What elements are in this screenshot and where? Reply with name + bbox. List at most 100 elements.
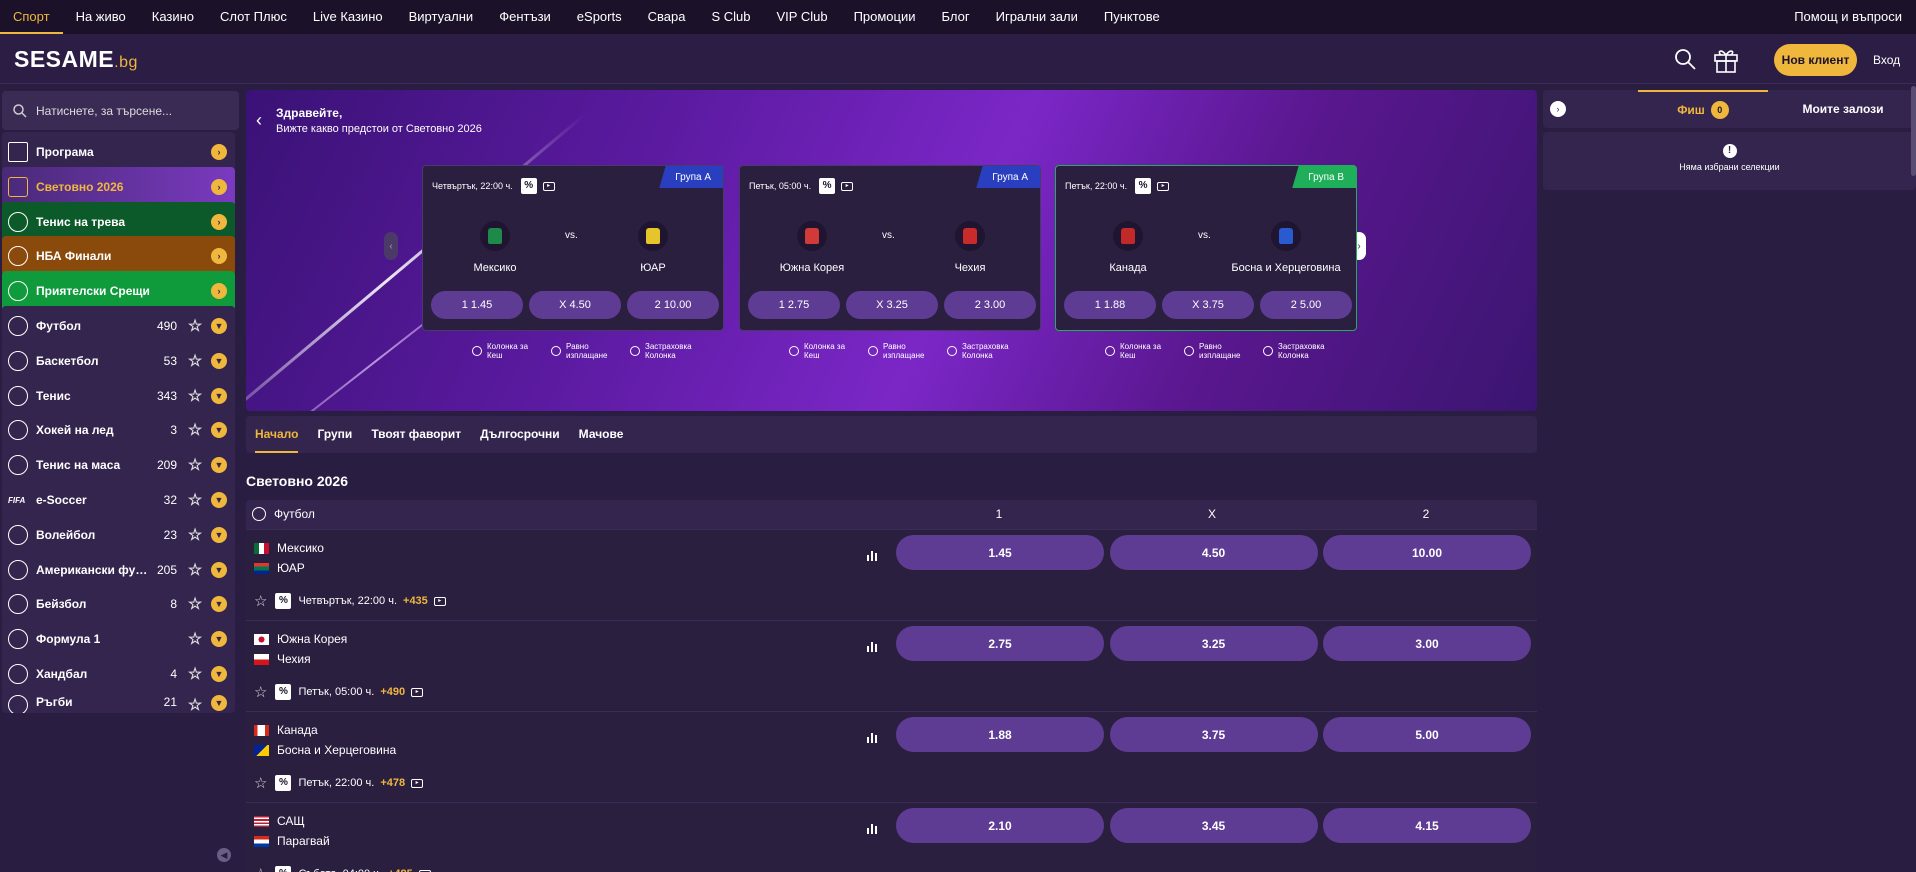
odds-button[interactable]: 2 3.00 — [944, 291, 1036, 319]
chevron-down-icon[interactable]: ▼ — [211, 596, 227, 613]
star-icon[interactable]: ☆ — [254, 592, 267, 610]
star-icon[interactable]: ☆ — [254, 865, 267, 872]
nav-item[interactable]: Пунктове — [1091, 0, 1173, 34]
odds-button[interactable]: 3.75 — [1109, 717, 1318, 752]
star-icon[interactable]: ☆ — [185, 695, 205, 713]
chevron-right-icon[interactable]: › — [211, 144, 227, 160]
chevron-down-icon[interactable]: ▼ — [211, 352, 227, 369]
chevron-down-icon[interactable]: ▼ — [211, 561, 227, 578]
chevron-right-icon[interactable]: › — [211, 213, 227, 230]
chevron-down-icon[interactable]: ▼ — [211, 492, 227, 508]
chevron-right-icon[interactable]: › — [211, 248, 227, 265]
match-card[interactable]: Петък, 05:00 ч.% ▸ Група А vs. Южна Корея Чех… — [739, 165, 1041, 331]
odds-button[interactable]: X 3.75 — [1162, 291, 1254, 319]
odds-button[interactable]: 3.00 — [1323, 626, 1531, 661]
nav-item[interactable]: VIP Club — [763, 0, 840, 34]
chevron-down-icon[interactable]: ▼ — [211, 694, 227, 711]
odds-button[interactable]: 10.00 — [1323, 535, 1531, 570]
odds-button[interactable]: 4.15 — [1323, 808, 1531, 843]
match-card[interactable]: Петък, 22:00 ч.% ▸ Група В vs. Канада Босна и… — [1055, 165, 1357, 331]
nav-item[interactable]: Блог — [929, 0, 983, 34]
chevron-right-icon[interactable]: › — [211, 283, 227, 300]
chevron-down-icon[interactable]: ▼ — [211, 457, 227, 474]
odds-button[interactable]: 1 1.45 — [431, 291, 523, 319]
nav-item[interactable]: На живо — [63, 0, 139, 34]
nav-item[interactable]: eSports — [564, 0, 635, 34]
odds-button[interactable]: X 3.25 — [846, 291, 938, 319]
odds-button[interactable]: 2.75 — [896, 626, 1104, 661]
nav-item[interactable]: Виртуални — [396, 0, 487, 34]
nav-item[interactable]: Live Казино — [300, 0, 396, 34]
login-button[interactable]: Вход — [1873, 44, 1900, 76]
sidebar-item[interactable]: Световно 2026 › — [2, 166, 235, 207]
star-icon[interactable]: ☆ — [185, 316, 205, 336]
nav-item[interactable]: Слот Плюс — [207, 0, 300, 34]
odds-button[interactable]: 3.25 — [1109, 626, 1318, 661]
odds-button[interactable]: 3.45 — [1109, 808, 1318, 843]
star-icon[interactable]: ☆ — [185, 455, 205, 475]
nav-item[interactable]: Промоции — [841, 0, 929, 34]
chevron-down-icon[interactable]: ▼ — [211, 526, 227, 543]
star-icon[interactable]: ☆ — [185, 594, 205, 614]
search-input[interactable]: Натиснете, за търсене... — [2, 91, 239, 130]
back-arrow-icon[interactable]: ‹ — [256, 110, 262, 131]
tab-1[interactable]: Групи — [317, 416, 352, 453]
star-icon[interactable]: ☆ — [185, 490, 205, 510]
chevron-down-icon[interactable]: ▼ — [211, 631, 227, 648]
chevron-right-icon[interactable]: › — [211, 178, 227, 195]
star-icon[interactable]: ☆ — [185, 351, 205, 371]
nav-item[interactable]: Спорт — [0, 0, 63, 34]
star-icon[interactable]: ☆ — [185, 560, 205, 580]
sidebar-item[interactable]: Баскетбол 53 ☆ ▼ — [2, 340, 235, 381]
nav-item[interactable]: S Club — [698, 0, 763, 34]
tab-3[interactable]: Дългосрочни — [480, 416, 560, 453]
chevron-down-icon[interactable]: ▼ — [211, 318, 227, 334]
odds-button[interactable]: 1 1.88 — [1064, 291, 1156, 319]
nav-item[interactable]: Сварa — [635, 0, 699, 34]
stats-icon[interactable] — [866, 639, 880, 656]
carousel-prev-button[interactable]: ‹ — [384, 232, 398, 260]
odds-button[interactable]: 2 10.00 — [627, 291, 719, 319]
odds-button[interactable]: 1.45 — [896, 535, 1104, 570]
chevron-right-icon[interactable]: › — [1550, 101, 1566, 117]
more-markets-link[interactable]: +485 — [388, 868, 413, 872]
tab-4[interactable]: Мачове — [579, 416, 624, 453]
new-client-button[interactable]: Нов клиент — [1774, 44, 1857, 76]
gift-icon[interactable] — [1711, 44, 1741, 74]
odds-button[interactable]: 1.88 — [896, 717, 1104, 752]
help-link[interactable]: Помощ и въпроси — [1794, 0, 1902, 34]
odds-button[interactable]: 1 2.75 — [748, 291, 840, 319]
stats-icon[interactable] — [866, 821, 880, 838]
match-card[interactable]: Четвъртък, 22:00 ч.% ▸ Група А vs. Мексико ЮА… — [422, 165, 724, 331]
logo[interactable]: SESAME.bg — [14, 46, 138, 73]
odds-button[interactable]: 2 5.00 — [1260, 291, 1352, 319]
star-icon[interactable]: ☆ — [185, 629, 205, 649]
collapse-sidebar-button[interactable]: ◀ — [217, 848, 231, 862]
star-icon[interactable]: ☆ — [185, 386, 205, 406]
odds-button[interactable]: 2.10 — [896, 808, 1104, 843]
sidebar-item[interactable]: Ръгби 21 ☆ ▼ — [2, 688, 235, 713]
star-icon[interactable]: ☆ — [185, 525, 205, 545]
star-icon[interactable]: ☆ — [254, 774, 267, 792]
odds-button[interactable]: 5.00 — [1323, 717, 1531, 752]
stats-icon[interactable] — [866, 548, 880, 565]
tab-my-bets[interactable]: Моите залози — [1793, 90, 1893, 128]
tab-2[interactable]: Твоят фаворит — [371, 416, 461, 453]
odds-button[interactable]: X 4.50 — [529, 291, 621, 319]
more-markets-link[interactable]: +435 — [403, 595, 428, 607]
more-markets-link[interactable]: +490 — [380, 686, 405, 698]
nav-item[interactable]: Фентъзи — [486, 0, 564, 34]
nav-item[interactable]: Игрални зали — [983, 0, 1091, 34]
more-markets-link[interactable]: +478 — [380, 777, 405, 789]
tab-betslip[interactable]: Фиш 0 — [1638, 90, 1768, 128]
star-icon[interactable]: ☆ — [185, 420, 205, 440]
nav-item[interactable]: Казино — [139, 0, 207, 34]
sidebar-item[interactable]: Волейбол 23 ☆ ▼ — [2, 514, 235, 555]
tab-0[interactable]: Начало — [255, 416, 299, 453]
odds-button[interactable]: 4.50 — [1109, 535, 1318, 570]
scrollbar[interactable] — [1911, 86, 1916, 176]
stats-icon[interactable] — [866, 730, 880, 747]
chevron-down-icon[interactable]: ▼ — [211, 387, 227, 404]
star-icon[interactable]: ☆ — [185, 664, 205, 684]
chevron-down-icon[interactable]: ▼ — [211, 666, 227, 682]
